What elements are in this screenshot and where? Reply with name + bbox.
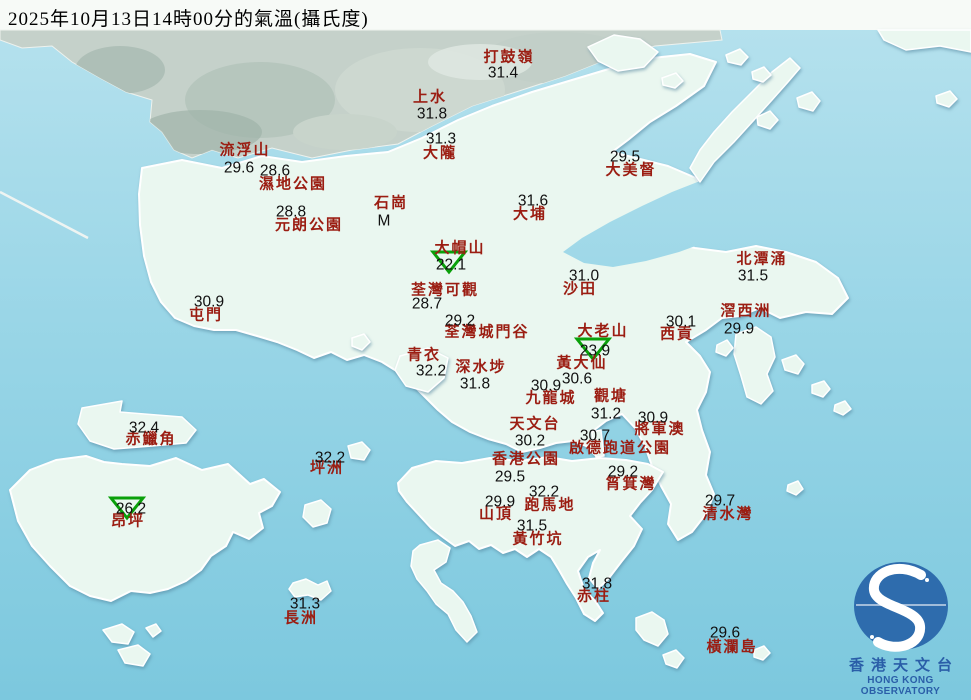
- hko-logo-icon: [851, 560, 951, 652]
- hko-logo: 香港天文台 HONG KONG OBSERVATORY: [830, 560, 971, 700]
- temperature-map: 打鼓嶺31.4上水31.8大隴31.3大美督29.5流浮山29.6濕地公園28.…: [0, 0, 971, 700]
- hko-logo-name-zh: 香港天文台: [830, 654, 971, 675]
- hong-kong-basemap: [0, 0, 971, 700]
- hko-logo-name-en: HONG KONG OBSERVATORY: [830, 675, 971, 697]
- map-title: 2025年10月13日14時00分的氣溫(攝氏度): [8, 4, 369, 31]
